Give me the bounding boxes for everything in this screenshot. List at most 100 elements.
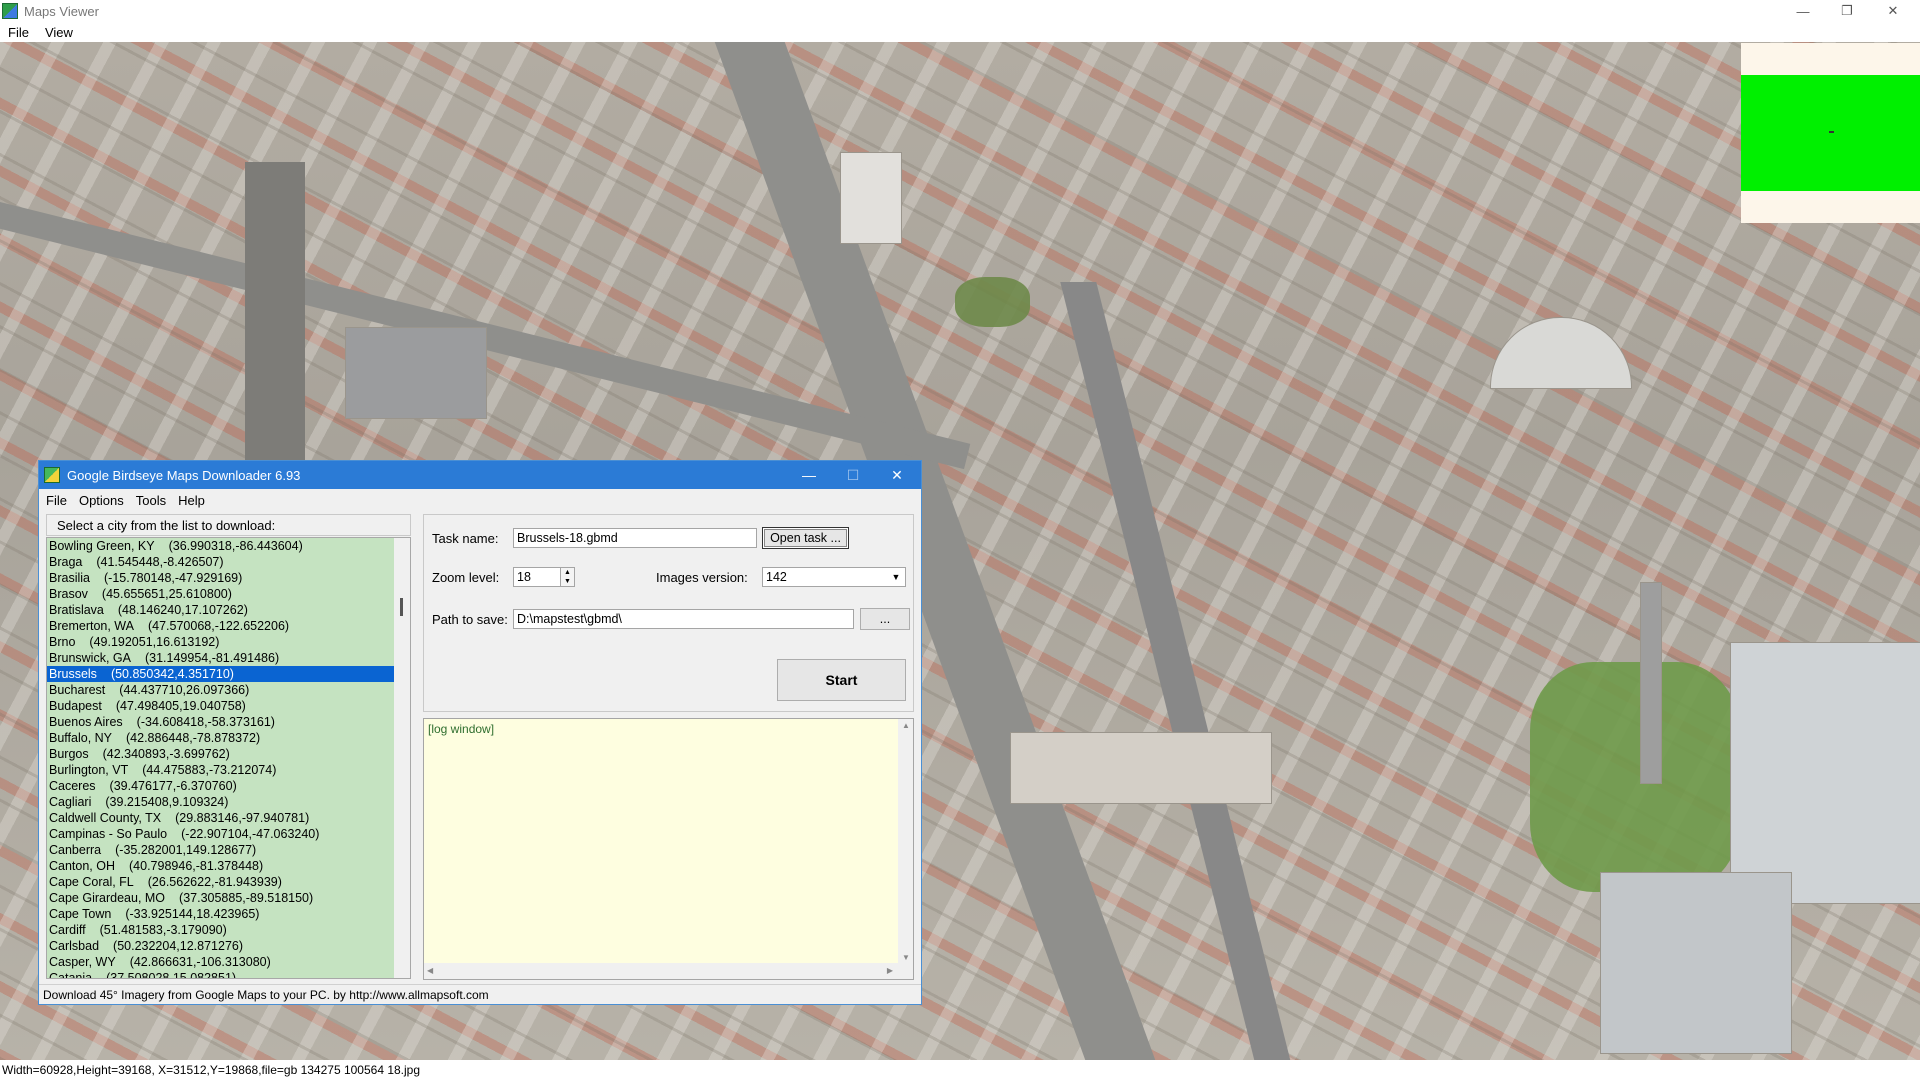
city-coords: (40.798946,-81.378448) — [129, 859, 264, 873]
city-coords: (42.340893,-3.699762) — [102, 747, 230, 761]
city-list-item[interactable]: Burlington, VT (44.475883,-73.212074) — [47, 762, 395, 778]
log-window[interactable]: [log window] ▲ ▼ ◀ ▶ — [423, 718, 914, 980]
open-task-button[interactable]: Open task ... — [762, 527, 849, 549]
city-coords: (31.149954,-81.491486) — [144, 651, 280, 665]
city-list-item[interactable]: Brasov (45.655651,25.610800) — [47, 586, 395, 602]
scroll-down-icon[interactable]: ▼ — [902, 953, 910, 962]
railway — [245, 162, 305, 462]
city-list-item[interactable]: Bowling Green, KY (36.990318,-86.443604) — [47, 538, 395, 554]
downloader-dialog: Google Birdseye Maps Downloader 6.93 — ☐… — [38, 460, 922, 1005]
city-coords: (50.232204,12.871276) — [113, 939, 244, 953]
zoom-level-input[interactable]: 18 — [513, 567, 561, 587]
city-coords: (49.192051,16.613192) — [89, 635, 220, 649]
city-name: Bucharest — [49, 683, 106, 697]
chevron-down-icon[interactable]: ▼ — [888, 568, 904, 586]
dialog-statusbar: Download 45° Imagery from Google Maps to… — [39, 984, 921, 1004]
city-name: Cagliari — [49, 795, 92, 809]
city-name: Brussels — [49, 667, 97, 681]
city-list-item[interactable]: Bremerton, WA (47.570068,-122.652206) — [47, 618, 395, 634]
city-coords: (41.545448,-8.426507) — [96, 555, 224, 569]
city-list-item[interactable]: Buenos Aires (-34.608418,-58.373161) — [47, 714, 395, 730]
log-text: [log window] — [428, 722, 495, 736]
task-name-input[interactable]: Brussels-18.gbmd — [513, 528, 757, 548]
city-coords: (47.570068,-122.652206) — [147, 619, 290, 633]
menu-file[interactable]: File — [0, 25, 37, 40]
city-list-item[interactable]: Brno (49.192051,16.613192) — [47, 634, 395, 650]
close-button[interactable]: ✕ — [1873, 0, 1913, 22]
city-list-item[interactable]: Brunswick, GA (31.149954,-81.491486) — [47, 650, 395, 666]
city-name: Catania — [49, 971, 93, 979]
city-name: Buffalo, NY — [49, 731, 113, 745]
city-list-item[interactable]: Braga (41.545448,-8.426507) — [47, 554, 395, 570]
dialog-minimize-button[interactable]: — — [787, 461, 831, 489]
city-name: Brasov — [49, 587, 88, 601]
status-text: Width=60928,Height=39168, X=31512,Y=1986… — [2, 1063, 421, 1077]
dialog-menu-options[interactable]: Options — [73, 493, 130, 508]
dialog-menu-tools[interactable]: Tools — [130, 493, 172, 508]
city-list-scrollbar[interactable] — [394, 538, 410, 978]
city-list-item[interactable]: Buffalo, NY (42.886448,-78.878372) — [47, 730, 395, 746]
park — [1530, 662, 1740, 892]
task-settings-panel: Task name: Brussels-18.gbmd Open task ..… — [423, 514, 914, 712]
city-coords: (51.481583,-3.179090) — [99, 923, 227, 937]
building — [1600, 872, 1792, 1054]
city-list-item[interactable]: Campinas - So Paulo (-22.907104,-47.06324… — [47, 826, 395, 842]
city-list-item[interactable]: Casper, WY (42.866631,-106.313080) — [47, 954, 395, 970]
city-list-item[interactable]: Bucharest (44.437710,26.097366) — [47, 682, 395, 698]
minimize-button[interactable]: — — [1783, 0, 1823, 22]
city-list-item[interactable]: Cape Town (-33.925144,18.423965) — [47, 906, 395, 922]
scroll-right-icon[interactable]: ▶ — [887, 966, 893, 975]
city-coords: (29.883146,-97.940781) — [175, 811, 310, 825]
city-list-item[interactable]: Cagliari (39.215408,9.109324) — [47, 794, 395, 810]
city-coords: (50.850342,4.351710) — [110, 667, 234, 681]
spin-up-icon[interactable]: ▲ — [561, 568, 574, 577]
dialog-menu-file[interactable]: File — [39, 493, 73, 508]
city-name: Cardiff — [49, 923, 86, 937]
city-list-item[interactable]: Cardiff (51.481583,-3.179090) — [47, 922, 395, 938]
images-version-select[interactable]: 142 ▼ — [762, 567, 906, 587]
dialog-menu-help[interactable]: Help — [172, 493, 211, 508]
city-coords: (42.886448,-78.878372) — [126, 731, 261, 745]
dialog-maximize-button[interactable]: ☐ — [831, 461, 875, 489]
city-list-item[interactable]: Carlsbad (50.232204,12.871276) — [47, 938, 395, 954]
zoom-level-spinner[interactable]: ▲ ▼ — [561, 567, 575, 587]
path-to-save-input[interactable]: D:\mapstest\gbmd\ — [513, 609, 854, 629]
city-name: Cape Coral, FL — [49, 875, 134, 889]
building — [840, 152, 902, 244]
building — [1010, 732, 1272, 804]
menu-view[interactable]: View — [37, 25, 81, 40]
city-list-item[interactable]: Bratislava (48.146240,17.107262) — [47, 602, 395, 618]
dialog-status-text: Download 45° Imagery from Google Maps to… — [43, 987, 489, 1002]
city-coords: (-15.780148,-47.929169) — [104, 571, 243, 585]
start-button[interactable]: Start — [777, 659, 906, 701]
overview-map[interactable] — [1741, 43, 1920, 223]
city-list[interactable]: Bowling Green, KY (36.990318,-86.443604) B… — [46, 537, 411, 979]
city-coords: (37.305885,-89.518150) — [179, 891, 314, 905]
scroll-thumb[interactable] — [400, 598, 403, 616]
browse-button[interactable]: ... — [860, 608, 910, 630]
city-list-item[interactable]: Cape Girardeau, MO (37.305885,-89.518150) — [47, 890, 395, 906]
scroll-left-icon[interactable]: ◀ — [427, 966, 433, 975]
city-list-item[interactable]: Brasilia (-15.780148,-47.929169) — [47, 570, 395, 586]
log-horizontal-scrollbar[interactable]: ◀ ▶ — [424, 963, 913, 979]
city-list-item[interactable]: Brussels (50.850342,4.351710) — [47, 666, 395, 682]
dialog-close-button[interactable]: ✕ — [875, 461, 919, 489]
spin-down-icon[interactable]: ▼ — [561, 577, 574, 586]
zoom-level-label: Zoom level: — [432, 570, 500, 585]
log-vertical-scrollbar[interactable]: ▲ ▼ — [898, 719, 913, 964]
restore-button[interactable]: ❐ — [1827, 0, 1867, 22]
task-name-label: Task name: — [432, 531, 499, 546]
city-list-item[interactable]: Caceres (39.476177,-6.370760) — [47, 778, 395, 794]
city-list-item[interactable]: Cape Coral, FL (26.562622,-81.943939) — [47, 874, 395, 890]
city-list-item[interactable]: Canberra (-35.282001,149.128677) — [47, 842, 395, 858]
city-list-item[interactable]: Canton, OH (40.798946,-81.378448) — [47, 858, 395, 874]
city-coords: (44.475883,-73.212074) — [142, 763, 277, 777]
city-list-item[interactable]: Budapest (47.498405,19.040758) — [47, 698, 395, 714]
window-title: Maps Viewer — [24, 3, 99, 19]
main-menubar: File View — [0, 22, 1920, 42]
scroll-up-icon[interactable]: ▲ — [902, 721, 910, 730]
city-list-item[interactable]: Catania (37.508028,15.082851) — [47, 970, 395, 979]
city-list-item[interactable]: Burgos (42.340893,-3.699762) — [47, 746, 395, 762]
dialog-titlebar: Google Birdseye Maps Downloader 6.93 — ☐… — [39, 461, 921, 489]
city-list-item[interactable]: Caldwell County, TX (29.883146,-97.940781… — [47, 810, 395, 826]
